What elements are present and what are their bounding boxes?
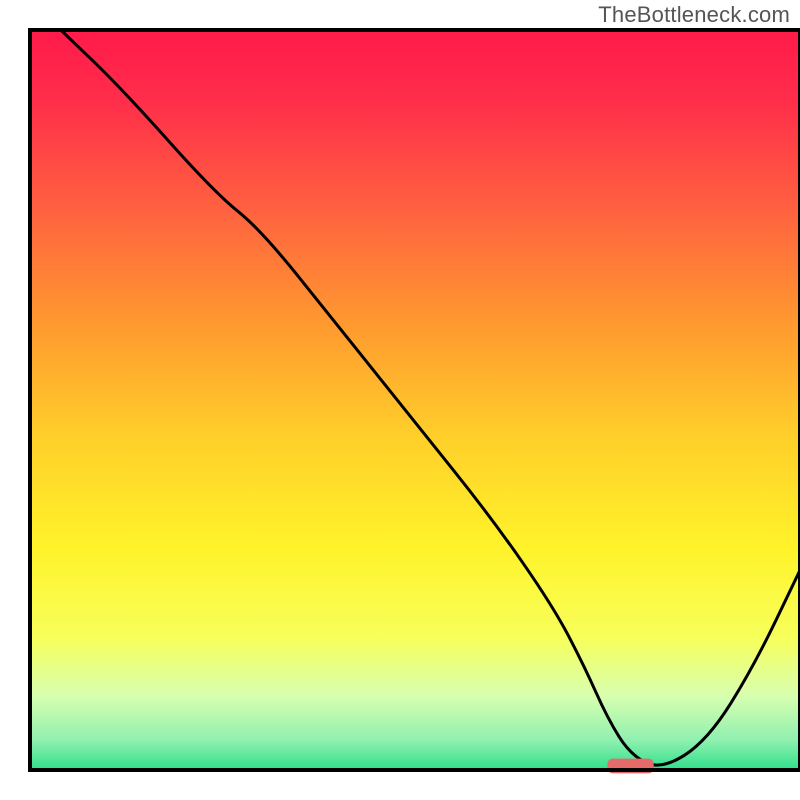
chart-container: { "watermark": "TheBottleneck.com", "cha… [0, 0, 800, 800]
plot-background [30, 30, 800, 770]
watermark-text: TheBottleneck.com [598, 2, 790, 28]
bottleneck-chart [0, 0, 800, 800]
